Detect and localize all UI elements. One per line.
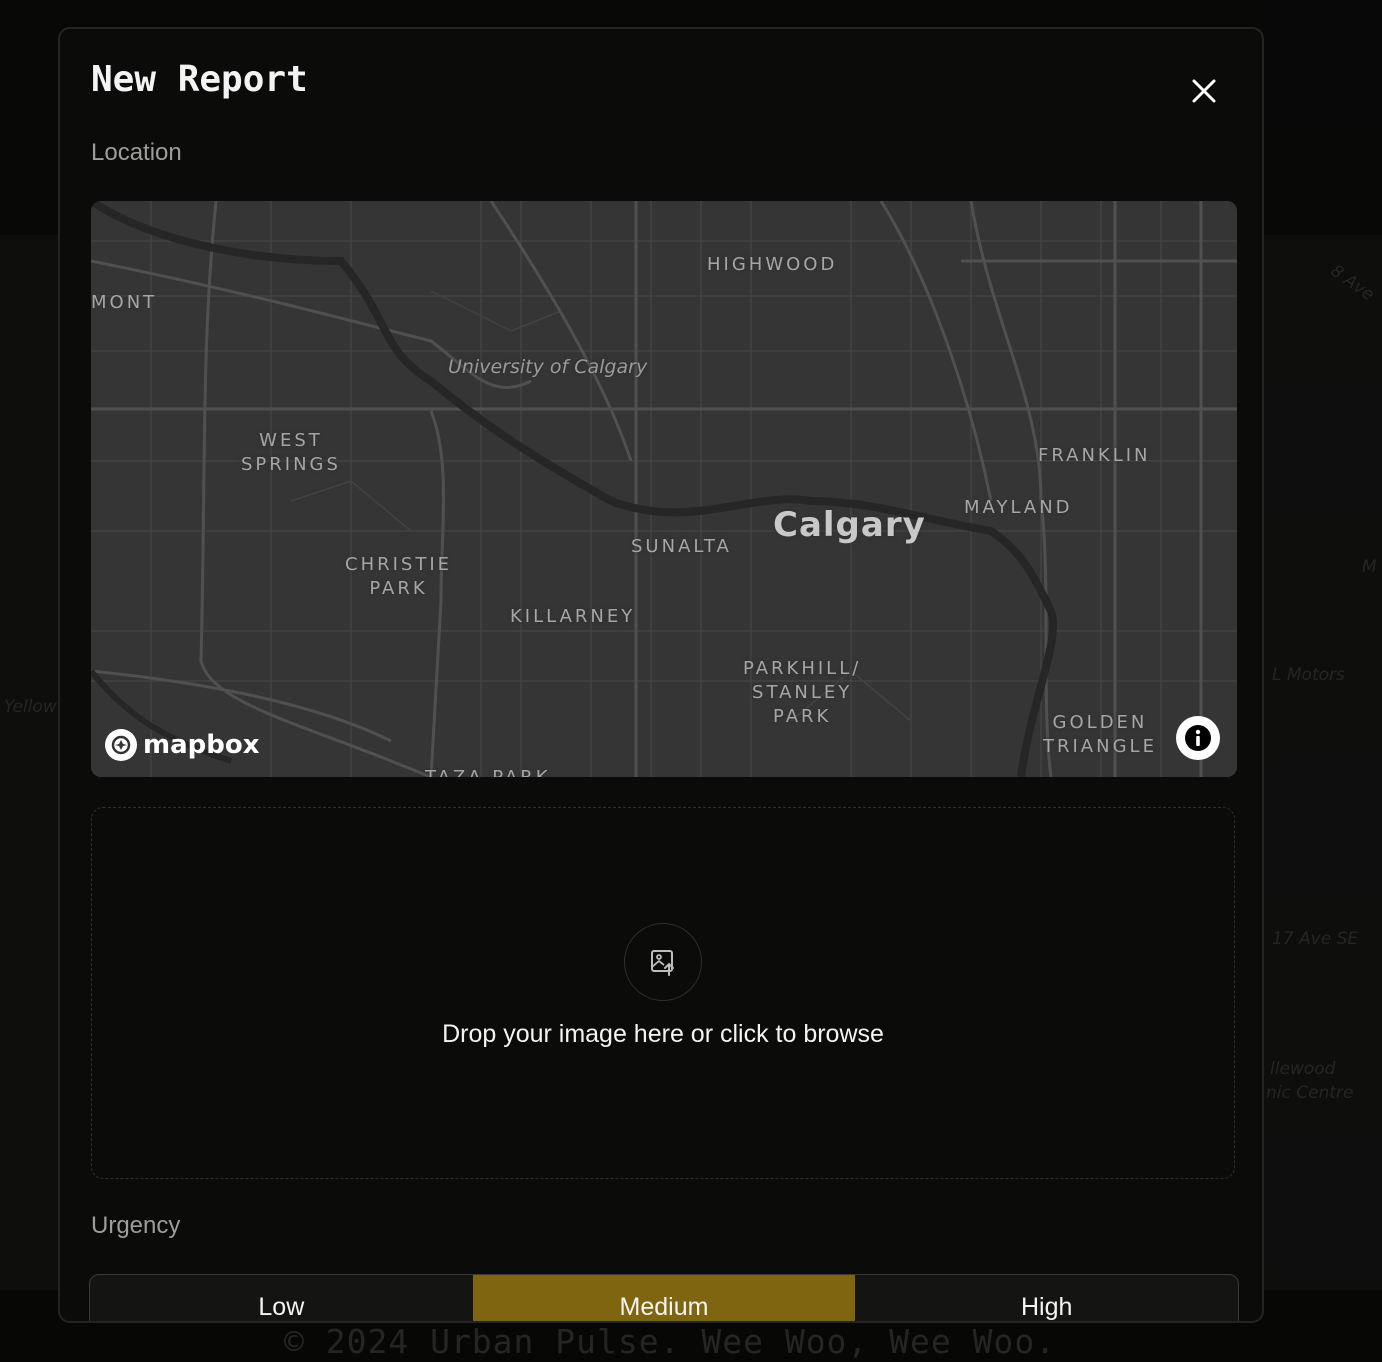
urgency-high-button[interactable]: High (855, 1275, 1238, 1321)
upload-icon-wrapper (624, 923, 702, 1001)
map-label: TAZA PARK (425, 766, 551, 777)
modal-title: New Report (91, 59, 308, 100)
map-label: KILLARNEY (510, 606, 636, 627)
map-label: PARKHILL/ STANLEY PARK (743, 658, 862, 727)
close-icon (1192, 79, 1216, 103)
map-label: CHRISTIE PARK (345, 554, 453, 599)
info-icon (1185, 725, 1211, 751)
dropzone-text: Drop your image here or click to browse (442, 1020, 884, 1048)
map-label: FRANKLIN (1038, 445, 1151, 466)
map-label: MONT (91, 292, 158, 313)
map-city-label: Calgary (773, 505, 926, 545)
map-label: MAYLAND (964, 497, 1073, 518)
urgency-low-button[interactable]: Low (90, 1275, 473, 1321)
map-label: SUNALTA (631, 536, 732, 557)
map-info-button[interactable] (1176, 716, 1220, 760)
map-label: WEST SPRINGS (241, 430, 341, 475)
urgency-label: Urgency (91, 1212, 181, 1239)
location-label: Location (91, 139, 182, 166)
mapbox-logo[interactable]: mapbox (105, 727, 260, 763)
urgency-selector: Low Medium High (89, 1274, 1239, 1321)
urgency-medium-button[interactable]: Medium (472, 1275, 856, 1321)
map-label: HIGHWOOD (707, 254, 838, 275)
map-label: University of Calgary (448, 356, 648, 378)
mapbox-wordmark: mapbox (143, 730, 260, 760)
image-upload-icon (651, 950, 674, 976)
map-roads (91, 201, 1237, 777)
map-label: GOLDEN TRIANGLE (1043, 712, 1157, 757)
close-button[interactable] (1186, 73, 1222, 109)
new-report-modal: New Report Location MONT HIGHWOOD Univer… (58, 27, 1264, 1323)
location-map[interactable]: MONT HIGHWOOD University of Calgary WEST… (91, 201, 1237, 777)
image-dropzone[interactable]: Drop your image here or click to browse (91, 807, 1235, 1179)
mapbox-mark-icon (105, 729, 137, 761)
